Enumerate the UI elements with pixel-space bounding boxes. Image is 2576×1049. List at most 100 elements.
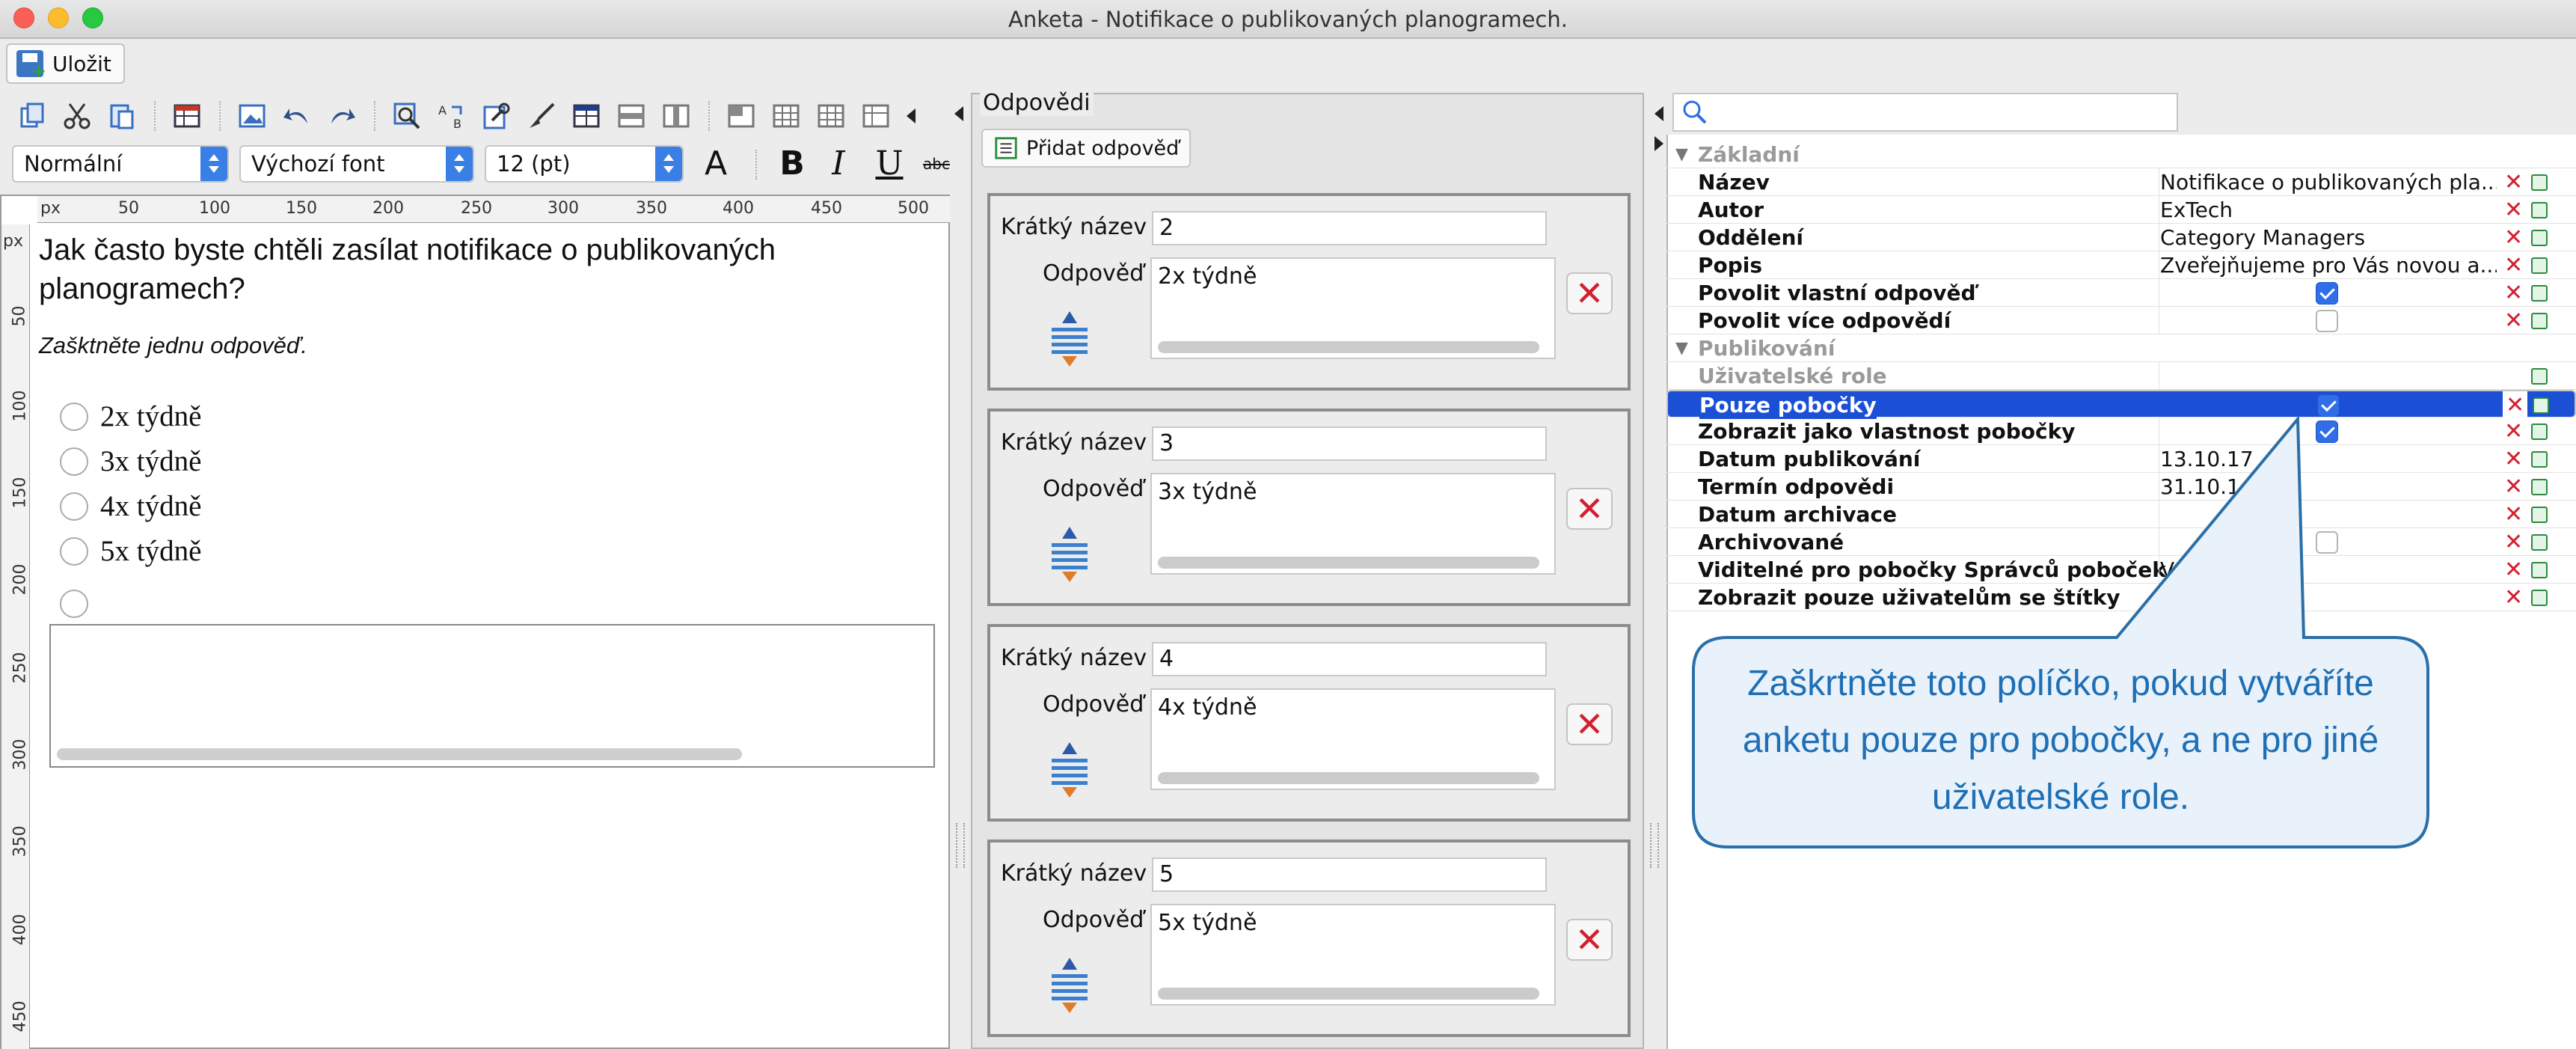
- delete-answer-button[interactable]: ✕: [1566, 488, 1613, 530]
- prop-row-povolit-vice[interactable]: Povolit více odpovědí ✕: [1666, 307, 2576, 334]
- delete-answer-button[interactable]: ✕: [1566, 919, 1613, 961]
- italic-button[interactable]: I: [820, 145, 857, 183]
- edit-icon[interactable]: [2531, 174, 2548, 191]
- option-radio[interactable]: 5x týdně: [60, 534, 201, 568]
- bold-button[interactable]: B: [773, 145, 811, 183]
- other-answer-textarea[interactable]: [49, 624, 935, 768]
- clear-icon[interactable]: ✕: [2504, 279, 2523, 307]
- clear-icon[interactable]: ✕: [2503, 391, 2528, 419]
- prop-value[interactable]: Category Managers: [2160, 224, 2497, 251]
- prop-row-autor[interactable]: Autor ExTech ✕: [1666, 196, 2576, 224]
- edit-icon[interactable]: [2531, 202, 2548, 218]
- clear-icon[interactable]: ✕: [2504, 307, 2523, 334]
- insert-image-button[interactable]: [233, 97, 271, 135]
- short-name-input[interactable]: 4: [1152, 642, 1547, 676]
- clear-icon[interactable]: ✕: [2504, 445, 2523, 473]
- radio-button[interactable]: [60, 536, 88, 566]
- question-hint[interactable]: Zašktněte jednu odpověď.: [39, 332, 307, 359]
- edit-icon[interactable]: [2531, 285, 2548, 302]
- font-size-select[interactable]: 12 (pt): [485, 145, 684, 183]
- reorder-icon[interactable]: [1047, 524, 1092, 584]
- edit-icon[interactable]: [2531, 590, 2548, 606]
- insert-row-button[interactable]: [613, 97, 650, 135]
- clear-icon[interactable]: ✕: [2504, 473, 2523, 501]
- clear-icon[interactable]: ✕: [2504, 168, 2523, 196]
- delete-answer-button[interactable]: ✕: [1566, 703, 1613, 745]
- insert-link-button[interactable]: [478, 97, 515, 135]
- edit-icon[interactable]: [2531, 423, 2548, 440]
- reorder-icon[interactable]: [1047, 308, 1092, 368]
- table-grid-button-2[interactable]: [812, 97, 850, 135]
- prop-row-popis[interactable]: Popis Zveřejňujeme pro Vás novou a... ✕: [1666, 251, 2576, 279]
- radio-button[interactable]: [60, 492, 88, 521]
- question-editor[interactable]: [0, 195, 950, 1049]
- edit-icon[interactable]: [2531, 451, 2548, 468]
- edit-icon[interactable]: [2531, 230, 2548, 246]
- delete-answer-button[interactable]: ✕: [1566, 272, 1613, 314]
- answer-textarea[interactable]: 3x týdně: [1150, 473, 1556, 575]
- clear-format-button[interactable]: [523, 97, 560, 135]
- radio-button[interactable]: [60, 590, 88, 618]
- prop-row-oddeleni[interactable]: Oddělení Category Managers ✕: [1666, 224, 2576, 251]
- save-button[interactable]: Uložit: [6, 43, 125, 84]
- splitter-handle[interactable]: [1650, 823, 1659, 868]
- option-radio[interactable]: 3x týdně: [60, 444, 201, 478]
- prop-row-nazev[interactable]: Název Notifikace o publikovaných pla... ✕: [1666, 168, 2576, 196]
- insert-column-button[interactable]: [657, 97, 695, 135]
- horizontal-scrollbar[interactable]: [1158, 341, 1539, 353]
- clear-icon[interactable]: ✕: [2504, 556, 2523, 584]
- edit-icon[interactable]: [2533, 397, 2549, 414]
- radio-button[interactable]: [60, 402, 88, 431]
- edit-icon[interactable]: [2531, 479, 2548, 495]
- short-name-input[interactable]: 5: [1152, 857, 1547, 892]
- answer-textarea[interactable]: 4x týdně: [1150, 688, 1556, 790]
- underline-button[interactable]: U: [871, 145, 908, 183]
- category-basic[interactable]: ▼ Základní: [1666, 141, 2576, 168]
- prop-row-uziv-role[interactable]: Uživatelské role: [1666, 362, 2576, 390]
- edit-icon[interactable]: [2531, 562, 2548, 578]
- short-name-input[interactable]: 2: [1152, 211, 1547, 245]
- paragraph-style-select[interactable]: Normální: [12, 145, 229, 183]
- option-radio[interactable]: 4x týdně: [60, 489, 201, 523]
- table-properties-button[interactable]: [568, 97, 605, 135]
- edit-icon[interactable]: [2531, 534, 2548, 551]
- table-grid-button-3[interactable]: [857, 97, 895, 135]
- font-family-select[interactable]: Výchozí font: [239, 145, 474, 183]
- replace-button[interactable]: AB: [433, 97, 470, 135]
- prop-value[interactable]: ExTech: [2160, 196, 2497, 224]
- edit-icon[interactable]: [2531, 368, 2548, 385]
- horizontal-scrollbar[interactable]: [1158, 988, 1539, 1000]
- find-button[interactable]: [388, 97, 426, 135]
- clear-icon[interactable]: ✕: [2504, 224, 2523, 251]
- horizontal-scrollbar[interactable]: [57, 748, 742, 760]
- undo-button[interactable]: [278, 97, 316, 135]
- strikethrough-button[interactable]: abc: [920, 145, 953, 183]
- option-radio[interactable]: 2x týdně: [60, 400, 201, 433]
- collapse-left-icon[interactable]: [951, 103, 966, 124]
- prop-value[interactable]: Notifikace o publikovaných pla...: [2160, 168, 2497, 196]
- edit-icon[interactable]: [2531, 313, 2548, 329]
- clear-icon[interactable]: ✕: [2504, 251, 2523, 279]
- table-grid-button[interactable]: [767, 97, 805, 135]
- horizontal-scrollbar[interactable]: [1158, 557, 1539, 569]
- radio-button[interactable]: [60, 447, 88, 476]
- clear-icon[interactable]: ✕: [2504, 501, 2523, 528]
- cut-button[interactable]: [58, 97, 96, 135]
- short-name-input[interactable]: 3: [1152, 426, 1547, 461]
- answer-textarea[interactable]: 5x týdně: [1150, 904, 1556, 1006]
- expand-right-icon[interactable]: [1652, 133, 1666, 154]
- splitter-handle[interactable]: [956, 823, 965, 868]
- prop-row-povolit-vlastni[interactable]: Povolit vlastní odpověď ✕: [1666, 279, 2576, 307]
- add-answer-button[interactable]: Přidat odpověď: [981, 129, 1192, 168]
- edit-icon[interactable]: [2531, 257, 2548, 274]
- font-color-button[interactable]: A: [697, 145, 735, 183]
- checkbox-checked[interactable]: [2316, 282, 2338, 305]
- merge-cells-button[interactable]: [723, 97, 760, 135]
- paste-button[interactable]: [103, 97, 141, 135]
- collapse-left-button[interactable]: [902, 97, 920, 135]
- insert-table-button[interactable]: [168, 97, 206, 135]
- clear-icon[interactable]: ✕: [2504, 418, 2523, 445]
- clear-icon[interactable]: ✕: [2504, 528, 2523, 556]
- clear-icon[interactable]: ✕: [2504, 584, 2523, 611]
- horizontal-scrollbar[interactable]: [1158, 772, 1539, 784]
